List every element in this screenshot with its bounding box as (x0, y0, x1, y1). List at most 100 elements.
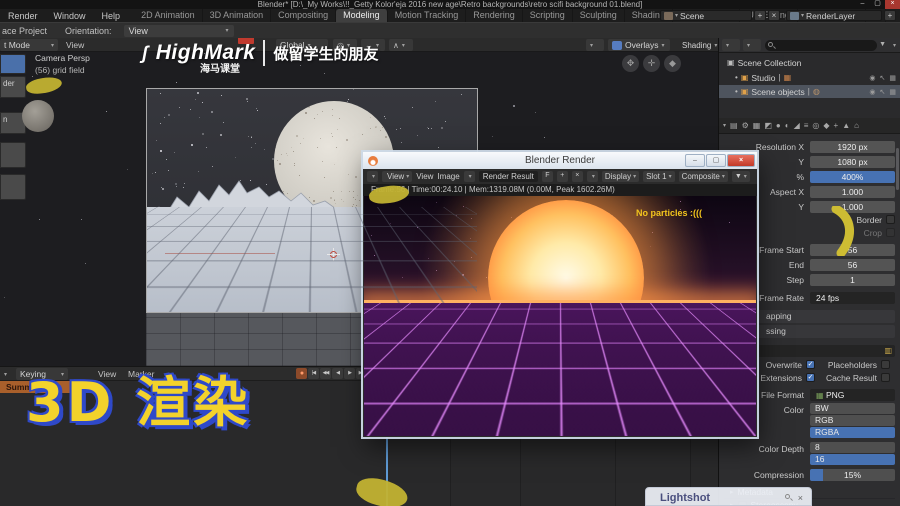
outliner-row-studio[interactable]: • ▣ Studio | ▦ ◉ ↖ ▦ (719, 71, 900, 84)
maximize-icon[interactable]: ▢ (706, 154, 726, 167)
shelf-button[interactable] (0, 174, 26, 200)
tab-2d-animation[interactable]: 2D Animation (134, 9, 203, 22)
close-icon[interactable]: × (885, 0, 900, 9)
render-view-menu[interactable]: View (416, 172, 433, 181)
record-button[interactable]: ● (296, 368, 307, 379)
proportional-edit-button[interactable]: ∧ ▾ (389, 39, 413, 51)
render-visibility-icon[interactable]: ▦ (889, 74, 896, 82)
resolution-percent-slider[interactable]: 400% (810, 170, 895, 183)
minimize-icon[interactable]: – (855, 0, 870, 9)
cache-result-checkbox[interactable] (881, 373, 890, 382)
scene-add-button[interactable]: + (754, 10, 766, 21)
folder-icon[interactable]: ▥ (884, 345, 892, 357)
eye-icon[interactable]: ◉ (869, 74, 875, 82)
chevron-down-icon[interactable]: ▾ (723, 122, 726, 129)
filter-icon[interactable]: ▼ (879, 41, 886, 48)
pin-dropdown[interactable]: ▾ (586, 171, 598, 182)
scene-selector[interactable]: ▾ Scene (660, 10, 752, 21)
overwrite-checkbox[interactable]: ✓ (806, 360, 815, 369)
fake-user-button[interactable]: F (541, 171, 553, 182)
minimize-icon[interactable]: – (685, 154, 705, 167)
frame-step-field[interactable]: 1 (810, 273, 895, 286)
aspect-x-field[interactable]: 1.000 (810, 185, 895, 198)
compression-slider[interactable]: 15% (810, 468, 895, 481)
jump-start-button[interactable]: |◀ (308, 368, 319, 379)
unlink-button[interactable]: × (571, 171, 583, 182)
outliner-row-scene-objects[interactable]: • ▣ Scene objects | ◍ ◉ ↖ ▦ (719, 85, 900, 98)
tab-scene-icon[interactable]: ● (776, 121, 781, 130)
renderlayer-selector[interactable]: ▾ RenderLayer (786, 10, 882, 21)
frame-end-field[interactable]: 56 (810, 258, 895, 271)
color-rgb-option[interactable]: RGB (810, 415, 895, 426)
tab-tool-icon[interactable]: ▤ (730, 121, 738, 130)
play-button[interactable]: ▶ (344, 368, 355, 379)
menu-render[interactable]: Render (0, 11, 46, 21)
crop-checkbox[interactable] (886, 228, 895, 237)
tab-compositing[interactable]: Compositing (271, 9, 337, 22)
menu-help[interactable]: Help (94, 11, 129, 21)
tab-constraint-icon[interactable]: + (834, 121, 839, 130)
render-result-field[interactable]: Render Result (478, 171, 538, 182)
tab-sculpting[interactable]: Sculpting (573, 9, 625, 22)
resolution-x-field[interactable]: 1920 px (810, 140, 895, 153)
border-checkbox[interactable] (886, 215, 895, 224)
chevron-down-icon[interactable]: ▾ (893, 42, 896, 49)
menu-window[interactable]: Window (46, 11, 94, 21)
slot-dropdown[interactable]: Slot 1 ▾ (643, 171, 675, 182)
render-image-menu[interactable]: Image (437, 172, 459, 181)
tab-modifier-icon[interactable]: ≡ (804, 121, 809, 130)
outliner-display-mode-dropdown[interactable]: ▾ (722, 39, 740, 51)
orientation-dropdown[interactable]: View ▾ (123, 24, 234, 37)
search-icon[interactable] (784, 494, 790, 499)
display-dropdown[interactable]: Display ▾ (601, 171, 640, 182)
depth-16-option[interactable]: 16 (810, 454, 895, 465)
outliner-scene-dropdown[interactable]: ▾ (743, 39, 761, 51)
depth-8-option[interactable]: 8 (810, 442, 895, 453)
selectable-icon[interactable]: ↖ (880, 74, 886, 82)
renderlayer-add-button[interactable]: + (884, 10, 896, 21)
close-icon[interactable]: × (798, 493, 803, 503)
shelf-button[interactable] (0, 142, 26, 168)
new-image-button[interactable]: + (556, 171, 568, 182)
tab-data-icon[interactable]: ▲ (842, 121, 850, 130)
zoom-gizmo-icon[interactable]: ◆ (664, 55, 681, 72)
view-object-types-button[interactable]: ▾ (586, 39, 604, 51)
placeholders-checkbox[interactable] (881, 360, 890, 369)
overlays-dropdown[interactable]: Overlays ▾ (608, 39, 670, 51)
tab-physics-icon[interactable]: ◆ (823, 121, 829, 130)
tab-motion-tracking[interactable]: Motion Tracking (388, 9, 467, 22)
resolution-y-field[interactable]: 1080 px (810, 155, 895, 168)
tab-modeling[interactable]: Modeling (336, 9, 388, 22)
close-icon[interactable]: × (727, 154, 755, 167)
maximize-icon[interactable]: ▢ (870, 0, 885, 9)
editor-type-icon[interactable]: ▾ (4, 371, 7, 378)
selectable-icon[interactable]: ↖ (880, 88, 886, 96)
composite-dropdown[interactable]: Composite ▾ (678, 171, 728, 182)
tab-viewlayer-icon[interactable]: ◩ (764, 121, 772, 130)
outliner-search-input[interactable] (765, 40, 877, 51)
editor-type-dropdown[interactable]: ▾ (367, 171, 379, 182)
render-visibility-icon[interactable]: ▦ (889, 88, 896, 96)
shelf-active-button[interactable] (0, 54, 26, 74)
view-mode-dropdown[interactable]: View ▾ (382, 171, 413, 182)
tab-object-icon[interactable]: ◢ (794, 121, 800, 130)
filter-dropdown[interactable]: ▼ ▾ (731, 171, 750, 182)
mode-dropdown[interactable]: t Mode ▾ (0, 39, 58, 51)
tab-particles-icon[interactable]: ◎ (812, 121, 819, 130)
render-window-titlebar[interactable]: Blender Render – ▢ × (363, 152, 757, 169)
color-rgba-option[interactable]: RGBA (810, 427, 895, 438)
play-reverse-button[interactable]: ◀ (332, 368, 343, 379)
file-extensions-checkbox[interactable]: ✓ (806, 373, 815, 382)
tab-rendering[interactable]: Rendering (466, 9, 523, 22)
viewport-view-menu[interactable]: View (66, 40, 84, 50)
tab-scripting[interactable]: Scripting (523, 9, 573, 22)
tab-render-icon[interactable]: ⚙ (742, 121, 749, 130)
color-bw-option[interactable]: BW (810, 403, 895, 414)
outliner-row-scene-collection[interactable]: ▣ Scene Collection (719, 56, 900, 69)
file-format-dropdown[interactable]: ▦ PNG (810, 388, 895, 401)
scene-remove-button[interactable]: × (768, 10, 780, 21)
image-datablock-icon-dropdown[interactable]: ▾ (463, 171, 475, 182)
orbit-gizmo-icon[interactable]: ✥ (622, 55, 639, 72)
move-gizmo-icon[interactable]: ✛ (643, 55, 660, 72)
shelf-render-button[interactable]: der (0, 76, 26, 98)
